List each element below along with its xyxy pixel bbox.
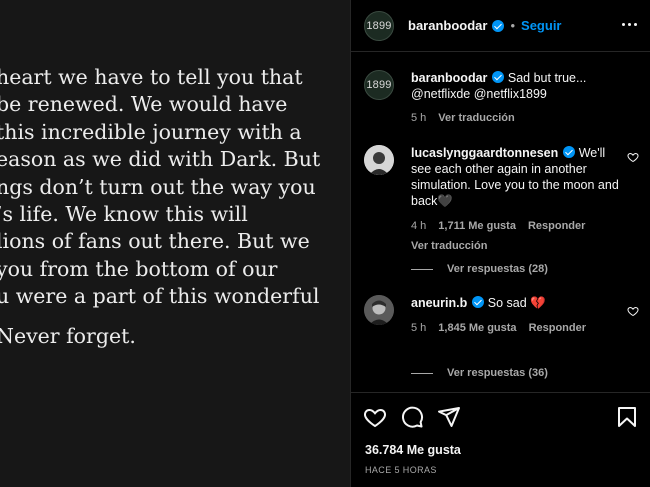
post-text-line: Never forget. (0, 323, 136, 348)
header-username[interactable]: baranboodar (408, 18, 487, 33)
post-text-line: u were a part of this wonderful (0, 284, 320, 309)
avatar-label: 1899 (366, 79, 392, 91)
more-horizontal-icon[interactable] (622, 23, 637, 26)
comment-time[interactable]: 4 h (411, 218, 426, 234)
view-replies-label: Ver respuestas (28) (447, 263, 548, 275)
caption-meta: 5 h Ver traducción (411, 110, 623, 126)
translate-link[interactable]: Ver traducción (438, 110, 514, 126)
caption-time[interactable]: 5 h (411, 110, 426, 126)
header-separator: • (510, 18, 516, 33)
comment-text: So sad 💔 (484, 296, 546, 310)
comment-icon[interactable] (400, 405, 424, 429)
verified-badge-icon (492, 19, 505, 32)
post-side-panel: 1899 baranboodar • Seguir 1899 baranbood… (350, 0, 650, 487)
verified-badge-icon (492, 71, 505, 83)
avatar[interactable] (364, 295, 394, 325)
comment-username[interactable]: lucaslynggaardtonnesen (411, 146, 558, 160)
verified-badge-icon (472, 296, 485, 308)
view-replies-button[interactable]: Ver respuestas (36) (411, 367, 548, 379)
heart-icon[interactable] (627, 305, 639, 317)
comment-time[interactable]: 5 h (411, 320, 426, 336)
heart-icon[interactable] (363, 405, 387, 429)
post-text-gap (0, 311, 326, 323)
replies-divider (411, 268, 433, 270)
post-header: 1899 baranboodar • Seguir (351, 0, 650, 52)
reply-button[interactable]: Responder (529, 320, 586, 336)
post-timestamp: HACE 5 HORAS (365, 465, 437, 475)
post-actions: 36.784 Me gusta HACE 5 HORAS (351, 392, 650, 487)
replies-divider (411, 372, 433, 374)
post-text-line: be renewed. We would have (0, 92, 288, 117)
caption-body: baranboodar Sad but true... @netflixde @… (411, 70, 623, 126)
post-text-line: eason as we did with Dark. But (0, 147, 321, 172)
post-text-line: you from the bottom of our (0, 256, 278, 281)
post-text-line: ngs don’t turn out the way you (0, 174, 316, 199)
avatar[interactable]: 1899 (364, 70, 394, 100)
reply-button[interactable]: Responder (528, 218, 585, 234)
post-text-line: lions of fans out there. But we (0, 229, 310, 254)
share-icon[interactable] (437, 405, 461, 429)
likes-count[interactable]: 36.784 Me gusta (365, 443, 461, 457)
verified-badge-icon (563, 146, 576, 158)
bookmark-icon[interactable] (615, 405, 639, 429)
follow-button[interactable]: Seguir (521, 18, 561, 33)
heart-icon[interactable] (627, 151, 639, 163)
comment-meta: 4 h 1,711 Me gusta Responder (411, 218, 623, 234)
avatar-label: 1899 (366, 19, 392, 32)
post-text-line: this incredible journey with a (0, 119, 302, 144)
translate-link[interactable]: Ver traducción (411, 238, 623, 254)
comment-body: aneurin.b So sad 💔 5 h 1,845 Me gusta Re… (411, 295, 623, 336)
view-replies-label: Ver respuestas (36) (447, 367, 548, 379)
comment-meta: 5 h 1,845 Me gusta Responder (411, 320, 623, 336)
comment-likes[interactable]: 1,711 Me gusta (438, 218, 516, 234)
avatar[interactable]: 1899 (364, 10, 394, 41)
comments-list: 1899 baranboodar Sad but true... @netfli… (351, 52, 650, 392)
caption-username[interactable]: baranboodar (411, 71, 487, 85)
post-text: heart we have to tell you that be renewe… (0, 64, 326, 350)
avatar[interactable] (364, 145, 394, 175)
comment-likes[interactable]: 1,845 Me gusta (438, 320, 516, 336)
view-replies-button[interactable]: Ver respuestas (28) (411, 263, 548, 275)
comment-username[interactable]: aneurin.b (411, 296, 467, 310)
post-image[interactable]: heart we have to tell you that be renewe… (0, 0, 350, 487)
post-text-line: heart we have to tell you that (0, 65, 303, 89)
comment-body: lucaslynggaardtonnesen We'll see each ot… (411, 145, 623, 254)
post-text-line: ’s life. We know this will (0, 202, 248, 227)
